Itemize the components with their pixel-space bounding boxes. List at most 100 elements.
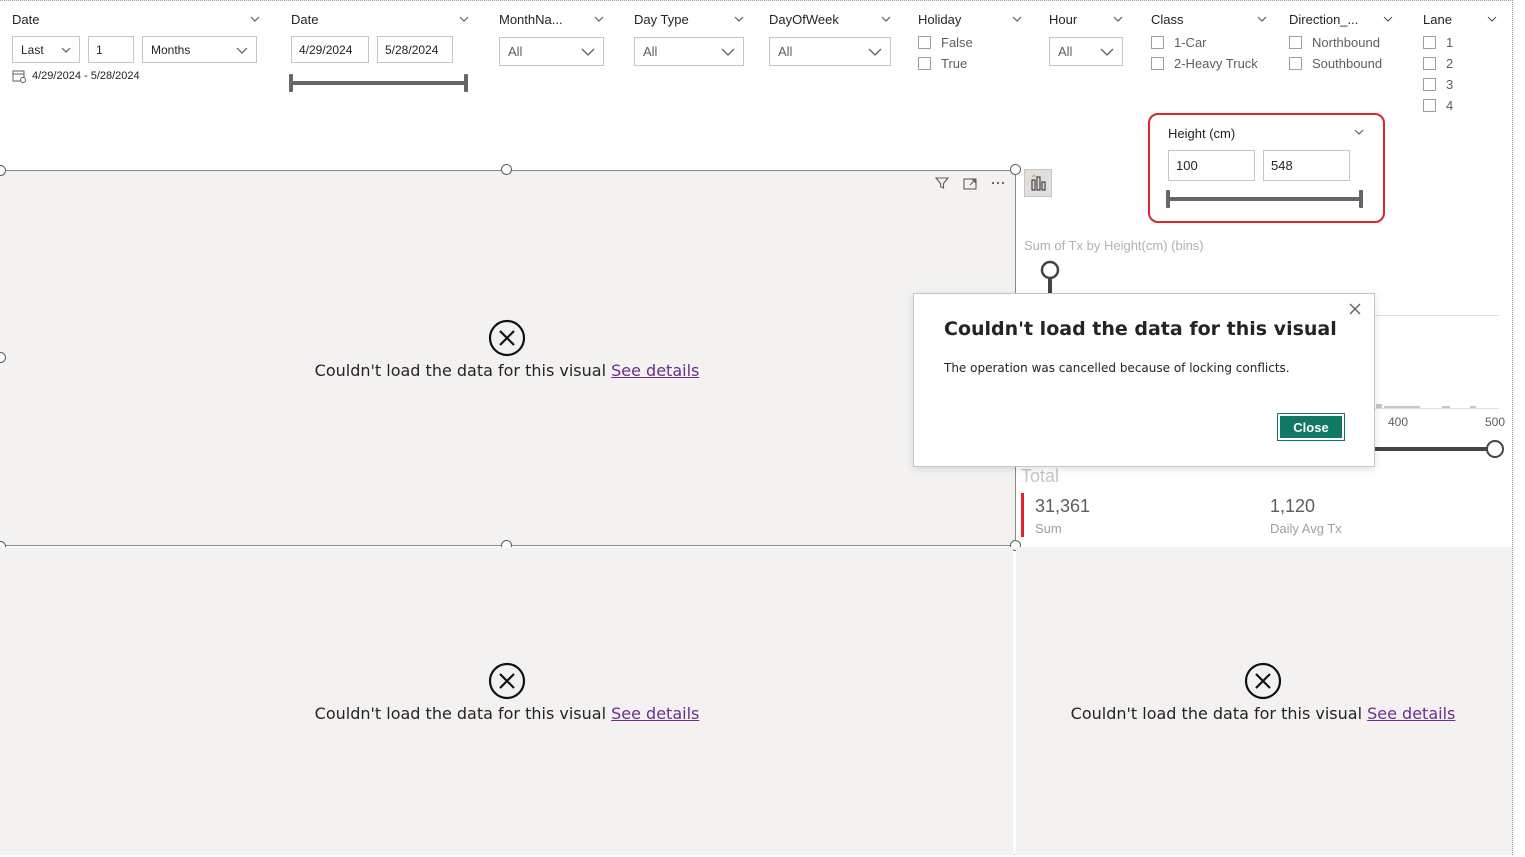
hour-slicer: Hour All [1049,9,1123,66]
chevron-down-icon[interactable] [1012,14,1022,24]
option-label: False [941,35,973,50]
height-max-value: 548 [1271,158,1293,173]
chart-range-handle[interactable] [1486,440,1504,458]
checkbox[interactable] [1423,78,1436,91]
slicer-title: MonthNa... [499,11,563,27]
visual-error-bottom-left[interactable]: Couldn't load the data for this visual S… [0,547,1013,855]
chevron-down-icon[interactable] [594,14,604,24]
checkbox[interactable] [1423,36,1436,49]
dropdown-value: All [1058,44,1073,59]
see-details-link[interactable]: See details [1367,704,1455,723]
date-end-input[interactable]: 5/28/2024 [377,36,453,63]
checkbox[interactable] [1289,57,1302,70]
chevron-down-icon[interactable] [1354,127,1364,137]
class-option[interactable]: 2-Heavy Truck [1151,53,1267,74]
date-range-slicer: Date 4/29/2024 5/28/2024 [291,9,469,63]
relative-unit-dropdown[interactable]: Months [142,36,257,63]
checkbox[interactable] [1423,99,1436,112]
kpi-accent-bar [1021,493,1024,537]
visual-error-bottom-right[interactable]: Couldn't load the data for this visual S… [1016,547,1512,855]
see-details-link[interactable]: See details [611,704,699,723]
height-slicer: Height (cm) 100 548 [1148,113,1385,223]
visual-header-icons [933,174,1007,192]
checkbox[interactable] [918,36,931,49]
height-range-track [1168,197,1362,201]
kpi-sum-label: Sum [1035,521,1062,536]
lane-option[interactable]: 4 [1423,95,1497,116]
total-label: Total [1021,466,1060,486]
direction-option[interactable]: Northbound [1289,32,1393,53]
kpi-daily-avg-label: Daily Avg Tx [1270,521,1342,536]
see-details-link[interactable]: See details [611,361,699,380]
option-label: 3 [1446,77,1454,92]
slicer-title: Lane [1423,11,1452,27]
focus-mode-icon[interactable] [961,174,979,192]
relative-mode-value: Last [21,42,44,57]
lane-option[interactable]: 3 [1423,74,1497,95]
hour-dropdown[interactable]: All [1049,37,1123,66]
date-range-end-handle[interactable] [464,74,468,92]
date-range-track [291,81,468,85]
visual-error-message: Couldn't load the data for this visual S… [315,319,699,380]
date-range-start-handle[interactable] [289,74,293,92]
error-text: Couldn't load the data for this visual [314,704,607,723]
height-max-handle[interactable] [1359,190,1363,208]
chevron-down-icon[interactable] [1487,14,1497,24]
chevron-down-icon[interactable] [1257,14,1267,24]
slicer-title: Class [1151,11,1184,27]
checkbox[interactable] [1151,36,1164,49]
height-max-input[interactable]: 548 [1263,150,1350,181]
chevron-down-icon[interactable] [1113,14,1123,24]
day-type-dropdown[interactable]: All [634,37,744,66]
date-end-value: 5/28/2024 [385,42,439,57]
close-icon[interactable] [1346,300,1364,318]
dialog-message: The operation was cancelled because of l… [944,361,1290,375]
lane-option[interactable]: 1 [1423,32,1497,53]
close-button[interactable]: Close [1277,413,1345,441]
chevron-down-icon [868,48,882,56]
date-start-input[interactable]: 4/29/2024 [291,36,369,63]
chevron-down-icon[interactable] [881,14,891,24]
dropdown-value: All [778,44,793,59]
relative-count-value: 1 [96,42,103,57]
option-label: True [941,56,968,71]
chevron-down-icon[interactable] [459,14,469,24]
checkbox[interactable] [1151,57,1164,70]
checkbox[interactable] [918,57,931,70]
class-option[interactable]: 1-Car [1151,32,1267,53]
chevron-down-icon[interactable] [250,14,260,24]
resize-handle[interactable] [501,164,512,175]
chevron-down-icon[interactable] [734,14,744,24]
month-name-dropdown[interactable]: All [499,37,604,66]
slicer-title: Date [291,11,319,27]
relative-count-input[interactable]: 1 [88,36,134,63]
filter-icon[interactable] [933,174,951,192]
more-options-icon[interactable] [989,174,1007,192]
height-min-handle[interactable] [1166,190,1170,208]
visual-type-button[interactable] [1024,169,1052,197]
slicer-title: Date [12,11,40,27]
chart-baseline [1375,408,1499,409]
day-of-week-dropdown[interactable]: All [769,37,891,66]
checkbox[interactable] [1423,57,1436,70]
visual-error-message: Couldn't load the data for this visual S… [315,662,699,723]
holiday-option[interactable]: False [918,32,1022,53]
error-circle-icon [488,319,526,357]
slicer-title: Direction_... [1289,11,1359,27]
holiday-option[interactable]: True [918,53,1022,74]
holiday-slicer: Holiday False True [918,9,1022,74]
chart-gridline [1375,315,1499,316]
checkbox[interactable] [1289,36,1302,49]
lane-option[interactable]: 2 [1423,53,1497,74]
height-min-input[interactable]: 100 [1168,150,1255,181]
resize-handle[interactable] [1010,164,1021,175]
relative-mode-dropdown[interactable]: Last [12,36,80,63]
month-name-slicer: MonthNa... All [499,9,604,66]
kpi-daily-avg-value: 1,120 [1270,496,1316,516]
calendar-icon [12,70,26,83]
chevron-down-icon[interactable] [1383,14,1393,24]
chart-slider-pin[interactable] [1038,259,1062,295]
chart-range-track [1375,447,1495,451]
direction-option[interactable]: Southbound [1289,53,1393,74]
visual-error-top-left[interactable]: Couldn't load the data for this visual S… [0,170,1016,546]
